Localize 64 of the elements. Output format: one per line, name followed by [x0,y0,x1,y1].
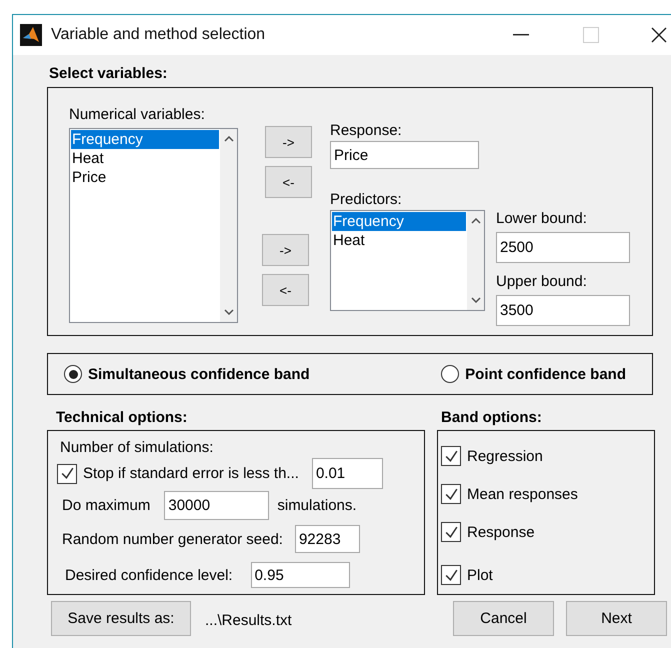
checkmark-icon [444,448,458,464]
scroll-up-icon[interactable] [470,218,480,224]
checkbox-label[interactable]: Response [467,524,535,540]
input-field[interactable]: 30000 [164,491,270,520]
radio-label[interactable]: Simultaneous confidence band [88,366,310,382]
move-button[interactable]: -> [262,234,309,266]
field-label: Numerical variables: [69,106,206,125]
list-item[interactable]: Price [71,168,219,187]
section-heading: Band options: [441,409,542,428]
field-label: Lower bound: [496,210,588,229]
section-heading: Select variables: [49,65,168,84]
radio-label[interactable]: Point confidence band [465,366,626,382]
upper-bound-field[interactable]: 3500 [496,295,630,326]
lower-bound-field[interactable]: 2500 [496,232,630,263]
checkmark-icon [444,568,458,582]
window-title: Variable and method selection [51,26,266,44]
checkmark-icon [444,486,458,502]
dialog-button[interactable]: Next [566,601,667,636]
scrollbar[interactable] [467,211,484,310]
dialog-button[interactable]: Cancel [453,601,554,636]
checkbox-label[interactable]: Regression [467,448,543,464]
scroll-up-icon[interactable] [224,136,234,142]
checkmark-icon [60,466,74,481]
predictors-listbox[interactable]: Frequency Heat [330,210,485,311]
scrollbar[interactable] [220,129,237,322]
scroll-down-icon[interactable] [470,297,480,303]
field-label: Random number generator seed: [62,530,283,548]
field-label: simulations. [277,497,357,514]
checkbox[interactable] [57,464,77,484]
move-button[interactable]: <- [265,166,312,198]
checkmark-icon [444,524,458,540]
move-button[interactable]: -> [265,126,312,158]
list-item[interactable]: Heat [71,149,219,168]
checkbox[interactable] [441,484,461,504]
field-label: Number of simulations: [60,438,214,456]
list-item[interactable]: Frequency [332,212,466,231]
input-field[interactable]: 0.95 [250,562,350,588]
variables-listbox[interactable]: Frequency Heat Price [69,128,238,323]
checkbox-label[interactable]: Plot [467,566,493,584]
close-icon[interactable] [651,27,667,43]
field-label: Do maximum [62,497,150,514]
checkbox-label[interactable]: Stop if standard error is less th... [83,465,299,482]
input-field[interactable]: 92283 [294,525,360,553]
radio-button[interactable] [64,365,82,383]
response-field[interactable]: Price [330,141,479,169]
radio-button[interactable] [441,365,460,383]
input-field[interactable]: 0.01 [312,458,383,489]
section-heading: Technical options: [56,409,188,428]
checkbox[interactable] [441,446,461,466]
file-path: ...\Results.txt [205,612,292,629]
save-results-button[interactable]: Save results as: [51,601,191,636]
field-label: Predictors: [330,191,403,210]
checkbox[interactable] [441,522,461,542]
minimize-icon[interactable] [513,34,529,36]
list-item[interactable]: Frequency [71,130,219,149]
app-logo-icon [20,24,42,46]
field-label: Desired confidence level: [65,566,233,584]
field-label: Response: [330,122,403,141]
scroll-down-icon[interactable] [224,309,234,315]
list-item[interactable]: Heat [332,231,466,250]
field-label: Upper bound: [496,273,588,292]
checkbox-label[interactable]: Mean responses [467,486,578,502]
move-button[interactable]: <- [262,274,309,306]
checkbox[interactable] [441,565,461,585]
